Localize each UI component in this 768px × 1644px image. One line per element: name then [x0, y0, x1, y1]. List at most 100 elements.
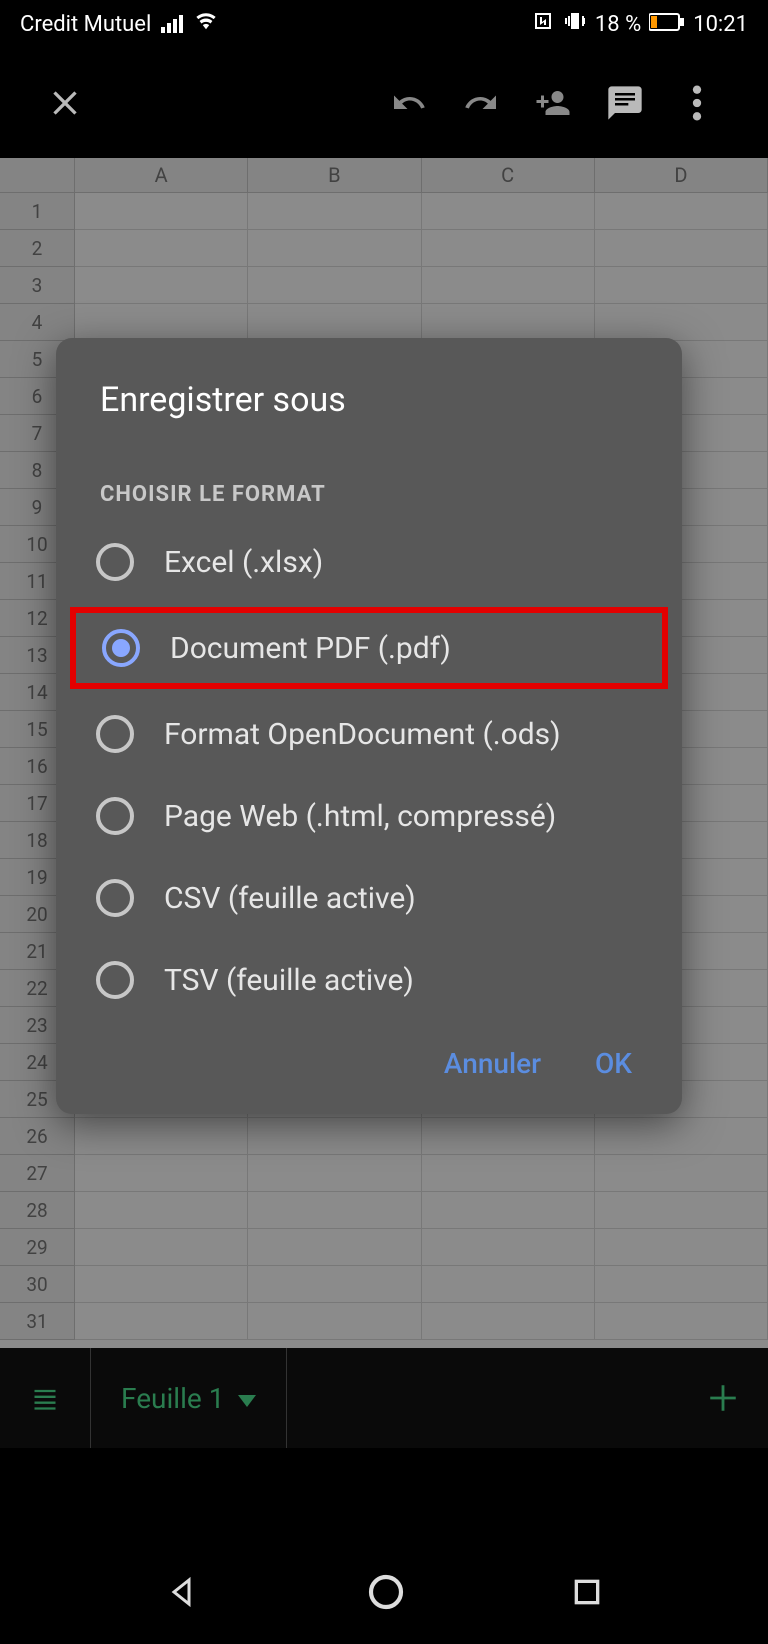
- ok-button[interactable]: OK: [595, 1047, 632, 1080]
- cell[interactable]: [595, 304, 768, 341]
- battery-icon: [649, 12, 685, 37]
- radio-icon: [102, 629, 140, 667]
- grid-corner[interactable]: [0, 158, 75, 193]
- cell[interactable]: [75, 1192, 248, 1229]
- format-option-tsv[interactable]: TSV (feuille active): [56, 939, 682, 1021]
- row-header[interactable]: 26: [0, 1118, 75, 1155]
- nfc-icon: [531, 9, 555, 39]
- cell[interactable]: [422, 230, 595, 267]
- cell[interactable]: [75, 193, 248, 230]
- comment-button[interactable]: [589, 83, 661, 123]
- vibrate-icon: [563, 9, 587, 39]
- column-header[interactable]: B: [248, 158, 421, 193]
- cell[interactable]: [422, 1229, 595, 1266]
- radio-icon: [96, 961, 134, 999]
- cell[interactable]: [75, 1303, 248, 1340]
- row-header[interactable]: 2: [0, 230, 75, 267]
- cell[interactable]: [422, 267, 595, 304]
- row-header[interactable]: 3: [0, 267, 75, 304]
- cell[interactable]: [422, 1118, 595, 1155]
- row-header[interactable]: 27: [0, 1155, 75, 1192]
- cell[interactable]: [75, 267, 248, 304]
- carrier-label: Credit Mutuel: [20, 12, 151, 37]
- redo-button[interactable]: [445, 85, 517, 121]
- android-nav-bar: [0, 1544, 768, 1644]
- row-header[interactable]: 29: [0, 1229, 75, 1266]
- option-label: Page Web (.html, compressé): [164, 799, 556, 834]
- cell[interactable]: [595, 1266, 768, 1303]
- row-header[interactable]: 30: [0, 1266, 75, 1303]
- row-header[interactable]: 31: [0, 1303, 75, 1340]
- column-header[interactable]: D: [595, 158, 768, 193]
- column-headers[interactable]: ABCD: [75, 158, 768, 193]
- cell[interactable]: [75, 230, 248, 267]
- cell[interactable]: [595, 1118, 768, 1155]
- radio-icon: [96, 715, 134, 753]
- column-header[interactable]: C: [422, 158, 595, 193]
- cell[interactable]: [248, 304, 421, 341]
- option-label: TSV (feuille active): [164, 963, 414, 998]
- radio-icon: [96, 879, 134, 917]
- row-header[interactable]: 28: [0, 1192, 75, 1229]
- cell[interactable]: [248, 230, 421, 267]
- cell[interactable]: [595, 1192, 768, 1229]
- format-option-html[interactable]: Page Web (.html, compressé): [56, 775, 682, 857]
- cell[interactable]: [248, 1229, 421, 1266]
- dialog-subtitle: CHOISIR LE FORMAT: [56, 448, 682, 521]
- cell[interactable]: [595, 267, 768, 304]
- dialog-title: Enregistrer sous: [56, 338, 682, 448]
- cell[interactable]: [595, 230, 768, 267]
- cell[interactable]: [248, 1192, 421, 1229]
- column-header[interactable]: A: [75, 158, 248, 193]
- cell[interactable]: [595, 1303, 768, 1340]
- format-option-csv[interactable]: CSV (feuille active): [56, 857, 682, 939]
- cell[interactable]: [248, 1266, 421, 1303]
- add-sheet-button[interactable]: [678, 1381, 768, 1415]
- cell[interactable]: [248, 1118, 421, 1155]
- cell[interactable]: [422, 1303, 595, 1340]
- cell[interactable]: [422, 1266, 595, 1303]
- sheets-menu-button[interactable]: [0, 1384, 90, 1412]
- sheet-tab-active[interactable]: Feuille 1: [90, 1348, 287, 1448]
- cell[interactable]: [595, 1229, 768, 1266]
- save-as-dialog: Enregistrer sous CHOISIR LE FORMAT Excel…: [56, 338, 682, 1114]
- format-option-xlsx[interactable]: Excel (.xlsx): [56, 521, 682, 603]
- close-button[interactable]: [45, 83, 85, 123]
- option-label: CSV (feuille active): [164, 881, 416, 916]
- cancel-button[interactable]: Annuler: [444, 1047, 541, 1080]
- cell[interactable]: [75, 1229, 248, 1266]
- cell[interactable]: [422, 193, 595, 230]
- add-person-button[interactable]: [517, 85, 589, 121]
- cell[interactable]: [422, 304, 595, 341]
- cell[interactable]: [248, 193, 421, 230]
- option-label: Excel (.xlsx): [164, 545, 323, 580]
- row-header[interactable]: 1: [0, 193, 75, 230]
- cell[interactable]: [75, 1118, 248, 1155]
- editor-toolbar: [0, 48, 768, 158]
- format-option-pdf[interactable]: Document PDF (.pdf): [70, 607, 668, 689]
- signal-icon: [161, 15, 183, 33]
- cell[interactable]: [248, 267, 421, 304]
- cell[interactable]: [595, 193, 768, 230]
- back-button[interactable]: [165, 1574, 201, 1614]
- sheet-tab-label: Feuille 1: [121, 1382, 224, 1415]
- option-label: Document PDF (.pdf): [170, 631, 451, 666]
- undo-button[interactable]: [373, 85, 445, 121]
- cell[interactable]: [422, 1192, 595, 1229]
- radio-icon: [96, 543, 134, 581]
- cell[interactable]: [75, 1266, 248, 1303]
- cell[interactable]: [422, 1155, 595, 1192]
- chevron-down-icon: [238, 1382, 256, 1415]
- option-label: Format OpenDocument (.ods): [164, 717, 561, 752]
- home-button[interactable]: [366, 1572, 406, 1616]
- cell[interactable]: [248, 1303, 421, 1340]
- more-button[interactable]: [661, 83, 733, 123]
- recents-button[interactable]: [571, 1576, 603, 1612]
- cell[interactable]: [595, 1155, 768, 1192]
- cell[interactable]: [75, 304, 248, 341]
- cell[interactable]: [75, 1155, 248, 1192]
- cell[interactable]: [248, 1155, 421, 1192]
- clock: 10:21: [693, 12, 748, 37]
- format-option-ods[interactable]: Format OpenDocument (.ods): [56, 693, 682, 775]
- row-header[interactable]: 4: [0, 304, 75, 341]
